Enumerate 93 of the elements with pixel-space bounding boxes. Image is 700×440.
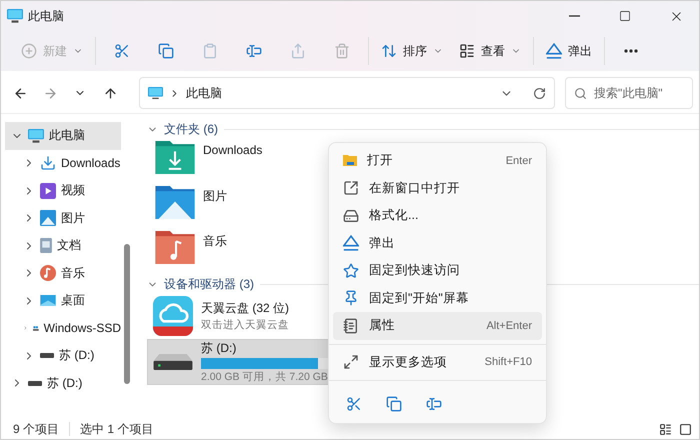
menu-item[interactable]: 固定到快速访问	[333, 257, 542, 284]
address-text: 此电脑	[186, 84, 223, 102]
nav-item[interactable]: Windows-SSD	[5, 314, 121, 342]
nav-item[interactable]: 文档	[5, 232, 121, 260]
expand-icon	[343, 354, 359, 370]
copy-icon	[386, 396, 402, 412]
drive-icon	[343, 208, 359, 224]
nav-label: 音乐	[61, 264, 85, 282]
music-icon	[40, 265, 56, 282]
menu-item[interactable]: 打开 Enter	[333, 147, 542, 174]
nav-item[interactable]: 视频	[5, 177, 121, 204]
maximize-icon	[619, 10, 631, 22]
desktop-icon	[40, 295, 56, 306]
nav-label: Downloads	[61, 156, 120, 170]
status-text: 选中 1 个项目	[80, 420, 154, 438]
toolbar-button[interactable]: 排序	[375, 35, 449, 67]
folder-icon	[155, 231, 195, 264]
folder-name[interactable]: Downloads	[203, 143, 262, 157]
drive-icon	[28, 380, 42, 386]
menu-item[interactable]: 格式化...	[333, 202, 542, 230]
monitor-icon	[28, 128, 44, 143]
group-header: 文件夹 (6)	[164, 120, 218, 138]
minimize-icon	[568, 15, 580, 17]
drive-icon	[153, 354, 193, 370]
window-title: 此电脑	[28, 8, 65, 24]
menu-item[interactable]: 在新窗口中打开	[333, 174, 542, 202]
cut-icon	[346, 396, 362, 412]
nav-item[interactable]: 图片	[5, 204, 121, 232]
download-icon	[40, 155, 56, 172]
scrollbar-thumb[interactable]	[124, 244, 130, 384]
list-icon	[658, 422, 672, 436]
nav-label: 桌面	[61, 292, 85, 310]
nav-item[interactable]: Downloads	[5, 150, 121, 177]
nav-item[interactable]: 苏 (D:)	[5, 342, 121, 370]
monitor-icon	[148, 86, 163, 100]
nav-label: 此电脑	[49, 127, 85, 144]
properties-icon	[343, 318, 359, 334]
toolbar-button[interactable]: 弹出	[540, 35, 598, 67]
eject-icon	[343, 235, 359, 252]
paste-icon	[202, 43, 218, 59]
star-icon	[343, 262, 359, 279]
cloud-app-icon	[153, 296, 193, 336]
nav-item[interactable]: 桌面	[5, 287, 121, 314]
group-header: 设备和驱动器 (3)	[164, 276, 254, 292]
details-view-button[interactable]	[657, 421, 673, 437]
address-bar[interactable]: 此电脑	[139, 77, 555, 109]
nav-label: Windows-SSD	[44, 321, 121, 336]
eject-icon	[546, 43, 562, 59]
folder-icon	[343, 155, 357, 166]
menu-item[interactable]: 弹出	[333, 230, 542, 257]
drive-name: 天翼云盘 (32 位)	[201, 300, 290, 317]
status-text: 9 个项目	[13, 420, 60, 438]
drive-icon	[40, 353, 54, 358]
search-icon	[574, 87, 587, 100]
document-icon	[40, 238, 52, 254]
rename-icon	[246, 43, 262, 59]
drive-name: 苏 (D:)	[201, 340, 238, 357]
nav-label: 苏 (D:)	[59, 347, 94, 364]
nav-label: 视频	[61, 182, 85, 200]
folder-icon	[155, 186, 195, 219]
open-external-icon	[343, 180, 359, 196]
rename-icon	[426, 396, 442, 412]
folder-name[interactable]: 图片	[203, 188, 227, 205]
plus-icon	[21, 43, 37, 59]
tiles-view-button[interactable]	[677, 421, 693, 437]
menu-item[interactable]: 固定到"开始"屏幕	[333, 284, 542, 312]
monitor-icon	[7, 9, 23, 23]
toolbar-button[interactable]: 查看	[453, 35, 527, 67]
sort-icon	[381, 43, 397, 59]
nav-item[interactable]: 音乐	[5, 260, 121, 287]
image-icon	[40, 210, 56, 226]
forward-arrow-icon	[42, 86, 58, 100]
list-icon	[459, 43, 475, 59]
drive-description: 双击进入天翼云盘	[201, 318, 290, 332]
nav-label: 苏 (D:)	[47, 374, 82, 392]
pin-icon	[343, 290, 359, 306]
menu-item[interactable]: 属性 Alt+Enter	[333, 312, 542, 340]
trash-icon	[334, 43, 350, 59]
nav-label: 图片	[61, 210, 85, 227]
nav-item[interactable]: 苏 (D:)	[5, 370, 121, 397]
video-icon	[40, 182, 56, 199]
nav-label: 文档	[57, 237, 81, 254]
square-icon	[678, 422, 692, 436]
more-icon	[624, 49, 638, 53]
cut-icon	[114, 43, 130, 59]
refresh-icon[interactable]	[533, 86, 546, 100]
folder-icon	[155, 141, 195, 174]
copy-icon	[158, 43, 174, 59]
share-icon	[290, 43, 306, 59]
search-field[interactable]: 搜索"此电脑"	[565, 77, 693, 109]
drive-space: 2.00 GB 可用，共 7.20 GB	[201, 370, 329, 384]
nav-item[interactable]: 此电脑	[5, 122, 121, 150]
folder-name[interactable]: 音乐	[203, 233, 227, 250]
